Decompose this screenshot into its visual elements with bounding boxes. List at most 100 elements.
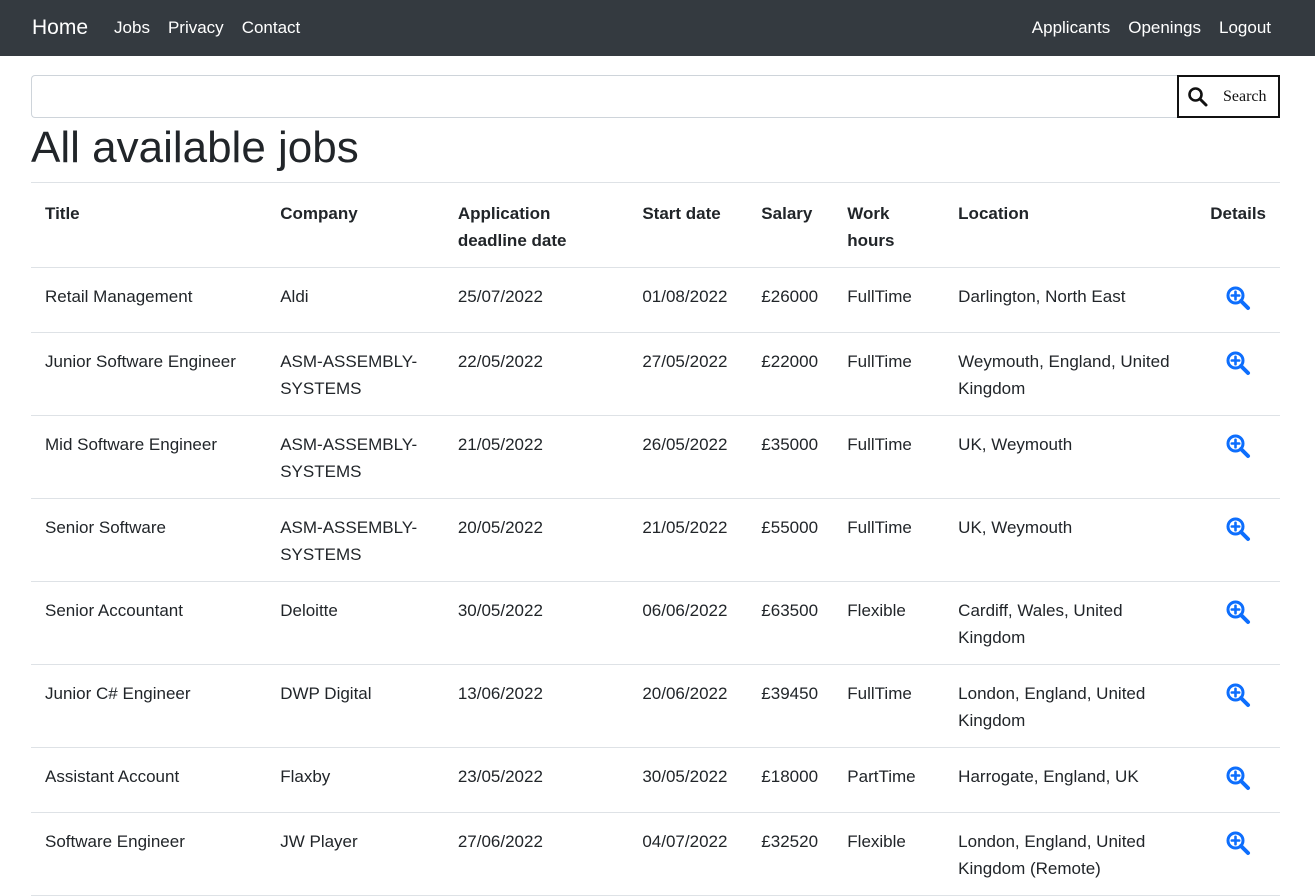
work-hours-cell: FullTime: [833, 664, 945, 748]
details-cell: [1196, 267, 1280, 333]
main-container: Search All available jobs Title Company …: [0, 75, 1315, 896]
job-title-cell: Junior C# Engineer: [31, 664, 267, 748]
nav-left-group: Home Jobs Privacy Contact: [32, 16, 318, 40]
salary-cell: £39450: [747, 664, 834, 748]
start-date-cell: 21/05/2022: [628, 498, 748, 582]
zoom-in-icon[interactable]: [1225, 285, 1251, 311]
company-cell: ASM-ASSEMBLY-SYSTEMS: [266, 332, 444, 416]
details-cell: [1196, 498, 1280, 582]
salary-cell: £32520: [747, 812, 834, 896]
header-deadline: Application deadline date: [443, 182, 629, 268]
search-button-label: Search: [1223, 87, 1267, 105]
work-hours-cell: Flexible: [833, 812, 945, 896]
job-title-cell: Mid Software Engineer: [31, 415, 267, 499]
header-salary: Salary: [747, 182, 834, 268]
zoom-in-icon[interactable]: [1225, 830, 1251, 856]
deadline-cell: 13/06/2022: [443, 664, 629, 748]
start-date-cell: 04/07/2022: [628, 812, 748, 896]
search-input[interactable]: [31, 75, 1177, 118]
table-row: Retail Management Aldi 25/07/2022 01/08/202…: [31, 267, 1280, 333]
deadline-cell: 30/05/2022: [443, 581, 629, 665]
start-date-cell: 30/05/2022: [628, 747, 748, 813]
company-cell: Flaxby: [266, 747, 444, 813]
details-cell: [1196, 812, 1280, 896]
zoom-in-icon[interactable]: [1225, 350, 1251, 376]
job-title-cell: Assistant Account: [31, 747, 267, 813]
work-hours-cell: Flexible: [833, 581, 945, 665]
job-title-cell: Senior Software: [31, 498, 267, 582]
details-cell: [1196, 332, 1280, 416]
header-details: Details: [1196, 182, 1280, 268]
deadline-cell: 21/05/2022: [443, 415, 629, 499]
table-row: Senior Software ASM-ASSEMBLY-SYSTEMS 20/05…: [31, 498, 1280, 582]
nav-contact-link[interactable]: Contact: [242, 18, 301, 38]
location-cell: Weymouth, England, United Kingdom: [944, 332, 1197, 416]
work-hours-cell: FullTime: [833, 332, 945, 416]
zoom-in-icon[interactable]: [1225, 765, 1251, 791]
work-hours-cell: FullTime: [833, 267, 945, 333]
table-row: Senior Accountant Deloitte 30/05/2022 06/06…: [31, 581, 1280, 665]
salary-cell: £63500: [747, 581, 834, 665]
start-date-cell: 27/05/2022: [628, 332, 748, 416]
job-title-cell: Senior Accountant: [31, 581, 267, 665]
deadline-cell: 27/06/2022: [443, 812, 629, 896]
start-date-cell: 01/08/2022: [628, 267, 748, 333]
nav-jobs-link[interactable]: Jobs: [114, 18, 150, 38]
company-cell: DWP Digital: [266, 664, 444, 748]
deadline-cell: 22/05/2022: [443, 332, 629, 416]
search-button[interactable]: Search: [1177, 75, 1280, 118]
table-row: Mid Software Engineer ASM-ASSEMBLY-SYSTEM…: [31, 415, 1280, 499]
company-cell: Aldi: [266, 267, 444, 333]
nav-privacy-link[interactable]: Privacy: [168, 18, 224, 38]
location-cell: UK, Weymouth: [944, 415, 1197, 499]
company-cell: ASM-ASSEMBLY-SYSTEMS: [266, 498, 444, 582]
nav-home-link[interactable]: Home: [32, 16, 88, 40]
details-cell: [1196, 747, 1280, 813]
deadline-cell: 23/05/2022: [443, 747, 629, 813]
location-cell: Cardiff, Wales, United Kingdom: [944, 581, 1197, 665]
jobs-table: Title Company Application deadline date …: [31, 182, 1280, 896]
work-hours-cell: PartTime: [833, 747, 945, 813]
details-cell: [1196, 581, 1280, 665]
nav-applicants-link[interactable]: Applicants: [1032, 18, 1110, 38]
company-cell: JW Player: [266, 812, 444, 896]
start-date-cell: 20/06/2022: [628, 664, 748, 748]
nav-right-group: Applicants Openings Logout: [1014, 18, 1271, 38]
table-row: Software Engineer JW Player 27/06/2022 04/0…: [31, 812, 1280, 896]
details-cell: [1196, 664, 1280, 748]
header-title: Title: [31, 182, 267, 268]
header-start-date: Start date: [628, 182, 748, 268]
work-hours-cell: FullTime: [833, 415, 945, 499]
salary-cell: £18000: [747, 747, 834, 813]
search-icon: [1187, 86, 1209, 108]
location-cell: London, England, United Kingdom (Remote): [944, 812, 1197, 896]
job-title-cell: Software Engineer: [31, 812, 267, 896]
jobs-table-header: Title Company Application deadline date …: [31, 182, 1280, 268]
header-row: Title Company Application deadline date …: [31, 182, 1280, 268]
top-navbar: Home Jobs Privacy Contact Applicants Ope…: [0, 0, 1315, 56]
salary-cell: £26000: [747, 267, 834, 333]
location-cell: UK, Weymouth: [944, 498, 1197, 582]
table-row: Junior C# Engineer DWP Digital 13/06/2022 2…: [31, 664, 1280, 748]
zoom-in-icon[interactable]: [1225, 682, 1251, 708]
start-date-cell: 26/05/2022: [628, 415, 748, 499]
location-cell: Harrogate, England, UK: [944, 747, 1197, 813]
table-row: Assistant Account Flaxby 23/05/2022 30/05/2…: [31, 747, 1280, 813]
header-work-hours: Work hours: [833, 182, 945, 268]
nav-logout-link[interactable]: Logout: [1219, 18, 1271, 38]
salary-cell: £35000: [747, 415, 834, 499]
details-cell: [1196, 415, 1280, 499]
deadline-cell: 25/07/2022: [443, 267, 629, 333]
location-cell: Darlington, North East: [944, 267, 1197, 333]
deadline-cell: 20/05/2022: [443, 498, 629, 582]
start-date-cell: 06/06/2022: [628, 581, 748, 665]
table-row: Junior Software Engineer ASM-ASSEMBLY-SYS…: [31, 332, 1280, 416]
salary-cell: £22000: [747, 332, 834, 416]
company-cell: ASM-ASSEMBLY-SYSTEMS: [266, 415, 444, 499]
jobs-table-body: Retail Management Aldi 25/07/2022 01/08/202…: [31, 267, 1280, 896]
zoom-in-icon[interactable]: [1225, 433, 1251, 459]
zoom-in-icon[interactable]: [1225, 599, 1251, 625]
salary-cell: £55000: [747, 498, 834, 582]
nav-openings-link[interactable]: Openings: [1128, 18, 1201, 38]
zoom-in-icon[interactable]: [1225, 516, 1251, 542]
